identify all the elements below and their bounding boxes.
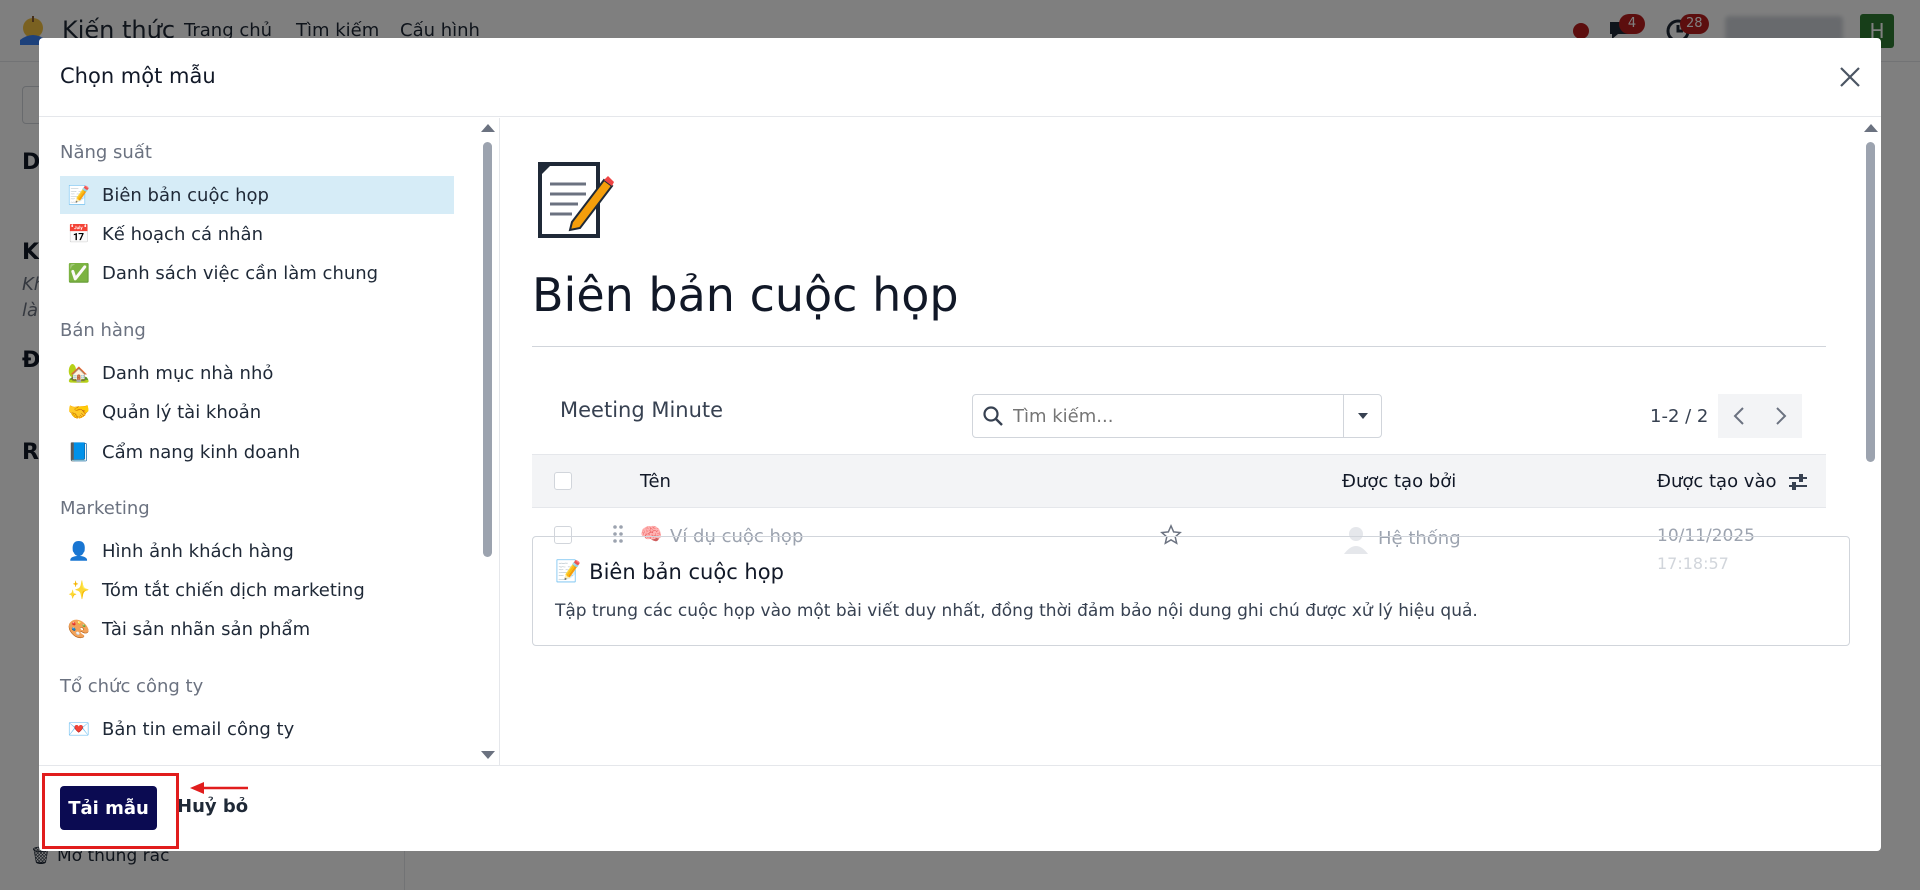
template-description-card: 📝 Biên bản cuộc họp Tập trung các cuộc h… — [532, 536, 1850, 646]
pager-prev-button[interactable] — [1718, 394, 1760, 438]
memo-icon: 📝 — [67, 184, 91, 206]
template-list: Năng suất 📝 Biên bản cuộc họp 📅 Kế hoạch… — [39, 118, 500, 765]
blue-book-icon: 📘 — [67, 441, 91, 463]
description-text: Tập trung các cuộc họp vào một bài viết … — [555, 601, 1478, 621]
pager-next-button[interactable] — [1760, 394, 1802, 438]
template-label: Danh mục nhà nhỏ — [102, 362, 274, 384]
search-dropdown-toggle[interactable] — [1343, 395, 1381, 437]
template-picker-modal: Chọn một mẫu Năng suất 📝 Biên bản cuộc h… — [39, 38, 1881, 851]
template-label: Hình ảnh khách hàng — [102, 540, 294, 562]
annotation-highlight-box — [42, 773, 179, 849]
scroll-up-icon[interactable] — [1864, 124, 1878, 132]
chevron-left-icon — [1733, 407, 1744, 425]
search-icon — [973, 395, 1013, 437]
column-header-created-by[interactable]: Được tạo bởi — [1342, 471, 1456, 492]
template-list-scrollbar[interactable] — [478, 118, 496, 765]
column-header-name[interactable]: Tên — [640, 471, 671, 492]
description-title: 📝 Biên bản cuộc họp — [555, 559, 784, 584]
template-item-sales-playbook[interactable]: 📘 Cẩm nang kinh doanh — [60, 433, 454, 471]
template-label: Bản tin email công ty — [102, 718, 295, 740]
template-item-customer-persona[interactable]: 👤 Hình ảnh khách hàng — [60, 532, 454, 570]
template-label: Tài sản nhãn sản phẩm — [102, 618, 311, 640]
template-item-campaign-brief[interactable]: ✨ Tóm tắt chiến dịch marketing — [60, 571, 454, 609]
scroll-down-icon[interactable] — [481, 751, 495, 759]
search-input[interactable] — [1013, 405, 1333, 427]
table-header: Tên Được tạo bởi Được tạo vào — [532, 454, 1826, 508]
template-label: Cẩm nang kinh doanh — [102, 441, 301, 463]
template-label: Tóm tắt chiến dịch marketing — [102, 579, 365, 601]
chevron-right-icon — [1776, 407, 1787, 425]
category-title: Marketing — [60, 498, 150, 519]
handshake-icon: 🤝 — [67, 401, 91, 423]
memo-icon — [538, 162, 614, 238]
template-item-tiny-house[interactable]: 🏡 Danh mục nhà nhỏ — [60, 354, 454, 392]
divider — [532, 346, 1826, 347]
embedded-list-view: Meeting Minute 1-2 / 2 — [532, 366, 1826, 573]
preview-title: Biên bản cuộc họp — [532, 268, 959, 322]
template-label: Biên bản cuộc họp — [102, 184, 269, 206]
modal-title: Chọn một mẫu — [60, 64, 216, 88]
select-all-checkbox[interactable] — [554, 472, 572, 490]
scroll-thumb[interactable] — [1866, 142, 1875, 462]
check-box-icon: ✅ — [67, 262, 91, 284]
modal-footer: Tải mẫu Huỷ bỏ — [39, 765, 1881, 851]
memo-icon: 📝 — [555, 559, 582, 583]
modal-header: Chọn một mẫu — [39, 38, 1881, 117]
house-icon: 🏡 — [67, 362, 91, 384]
pager-value[interactable]: 1-2 / 2 — [1650, 406, 1708, 427]
scroll-up-icon[interactable] — [481, 124, 495, 132]
embedded-list-title: Meeting Minute — [560, 398, 724, 422]
column-header-created-on[interactable]: Được tạo vào — [1657, 471, 1777, 492]
preview-scrollbar[interactable] — [1861, 118, 1879, 765]
sparkles-icon: ✨ — [67, 579, 91, 601]
template-item-company-newsletter[interactable]: 💌 Bản tin email công ty — [60, 710, 454, 748]
category-title: Bán hàng — [60, 320, 146, 341]
template-item-account-management[interactable]: 🤝 Quản lý tài khoản — [60, 393, 454, 431]
category-title: Năng suất — [60, 142, 152, 163]
envelope-icon: 💌 — [67, 718, 91, 740]
scroll-thumb[interactable] — [483, 142, 492, 557]
cancel-button[interactable]: Huỷ bỏ — [177, 796, 248, 817]
description-title-text: Biên bản cuộc họp — [589, 559, 784, 584]
template-label: Kế hoạch cá nhân — [102, 223, 263, 245]
caret-down-icon — [1357, 413, 1368, 419]
optional-columns-icon[interactable] — [1787, 472, 1809, 492]
person-icon: 👤 — [67, 540, 91, 562]
template-item-shared-todo[interactable]: ✅ Danh sách việc cần làm chung — [60, 254, 454, 292]
annotation-arrow-icon — [190, 782, 248, 794]
template-label: Quản lý tài khoản — [102, 401, 262, 423]
template-item-meeting-minutes[interactable]: 📝 Biên bản cuộc họp — [60, 176, 454, 214]
template-label: Danh sách việc cần làm chung — [102, 262, 379, 284]
template-item-brand-assets[interactable]: 🎨 Tài sản nhãn sản phẩm — [60, 610, 454, 648]
modal-body: Năng suất 📝 Biên bản cuộc họp 📅 Kế hoạch… — [39, 118, 1881, 765]
calendar-icon: 📅 — [67, 223, 91, 245]
palette-icon: 🎨 — [67, 618, 91, 640]
close-icon[interactable] — [1835, 62, 1865, 92]
template-item-personal-plan[interactable]: 📅 Kế hoạch cá nhân — [60, 215, 454, 253]
category-title: Tổ chức công ty — [60, 676, 204, 697]
template-preview: Biên bản cuộc họp Meeting Minute 1-2 / 2 — [500, 118, 1881, 765]
search-bar — [972, 394, 1382, 438]
